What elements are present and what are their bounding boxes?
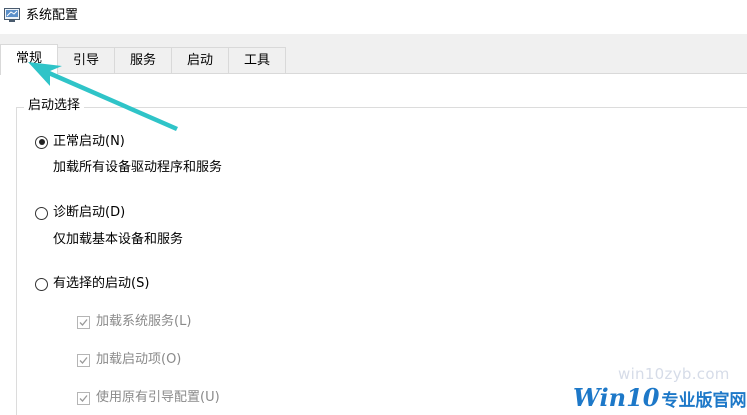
selective-startup-label: 有选择的启动(S) (53, 276, 150, 291)
window-title: 系统配置 (26, 8, 79, 23)
startup-selection-legend: 启动选择 (24, 98, 85, 114)
tab-services[interactable]: 服务 (114, 47, 172, 74)
tab-tools[interactable]: 工具 (228, 47, 286, 74)
load-system-services-label: 加载系统服务(L) (96, 314, 192, 329)
diagnostic-startup-description: 仅加载基本设备和服务 (53, 232, 184, 247)
tab-general[interactable]: 常规 (0, 44, 58, 75)
load-startup-items-checkbox[interactable] (77, 353, 90, 367)
diagnostic-startup-option[interactable]: 诊断启动(D) (35, 205, 125, 221)
normal-startup-label: 正常启动(N) (53, 134, 125, 149)
use-original-boot-config-checkbox[interactable] (77, 391, 90, 405)
load-startup-items-option[interactable]: 加载启动项(O) (77, 352, 181, 368)
normal-startup-radio[interactable] (35, 135, 48, 149)
watermark-logo: Win10 专业版官网 (573, 383, 747, 412)
system-config-icon (4, 8, 20, 22)
use-original-boot-config-label: 使用原有引导配置(U) (96, 390, 220, 405)
tab-strip: 常规 引导 服务 启动 工具 (0, 34, 747, 75)
watermark-brand-win: Win10 (573, 383, 660, 412)
selective-startup-radio[interactable] (35, 277, 48, 291)
load-system-services-option[interactable]: 加载系统服务(L) (77, 314, 191, 330)
normal-startup-option[interactable]: 正常启动(N) (35, 134, 125, 150)
tab-startup[interactable]: 启动 (171, 47, 229, 74)
watermark-url: win10zyb.com (618, 365, 730, 383)
load-startup-items-label: 加载启动项(O) (96, 352, 182, 367)
load-system-services-checkbox[interactable] (77, 315, 90, 329)
tab-boot[interactable]: 引导 (57, 47, 115, 74)
title-bar: 系统配置 (0, 0, 747, 34)
diagnostic-startup-radio[interactable] (35, 206, 48, 220)
selective-startup-option[interactable]: 有选择的启动(S) (35, 276, 149, 292)
use-original-boot-config-option[interactable]: 使用原有引导配置(U) (77, 390, 220, 406)
watermark-brand-text: 专业版官网 (661, 391, 747, 411)
normal-startup-description: 加载所有设备驱动程序和服务 (53, 160, 223, 175)
diagnostic-startup-label: 诊断启动(D) (53, 205, 126, 220)
